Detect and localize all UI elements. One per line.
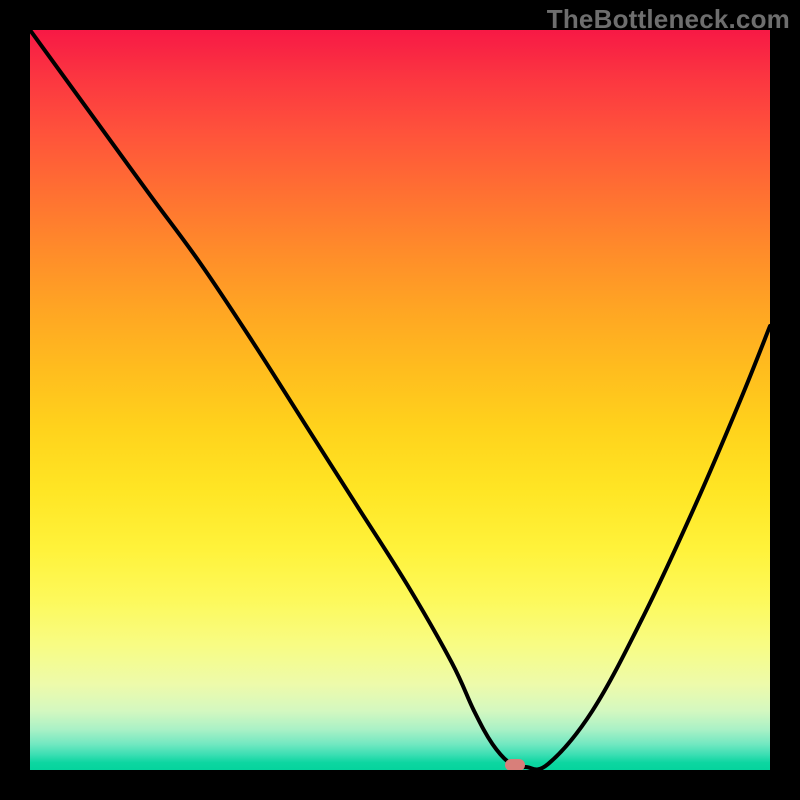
watermark-text: TheBottleneck.com [547, 4, 790, 35]
plot-area [30, 30, 770, 770]
chart-stage: TheBottleneck.com [0, 0, 800, 800]
optimal-marker [505, 759, 525, 770]
bottleneck-curve [30, 30, 770, 770]
